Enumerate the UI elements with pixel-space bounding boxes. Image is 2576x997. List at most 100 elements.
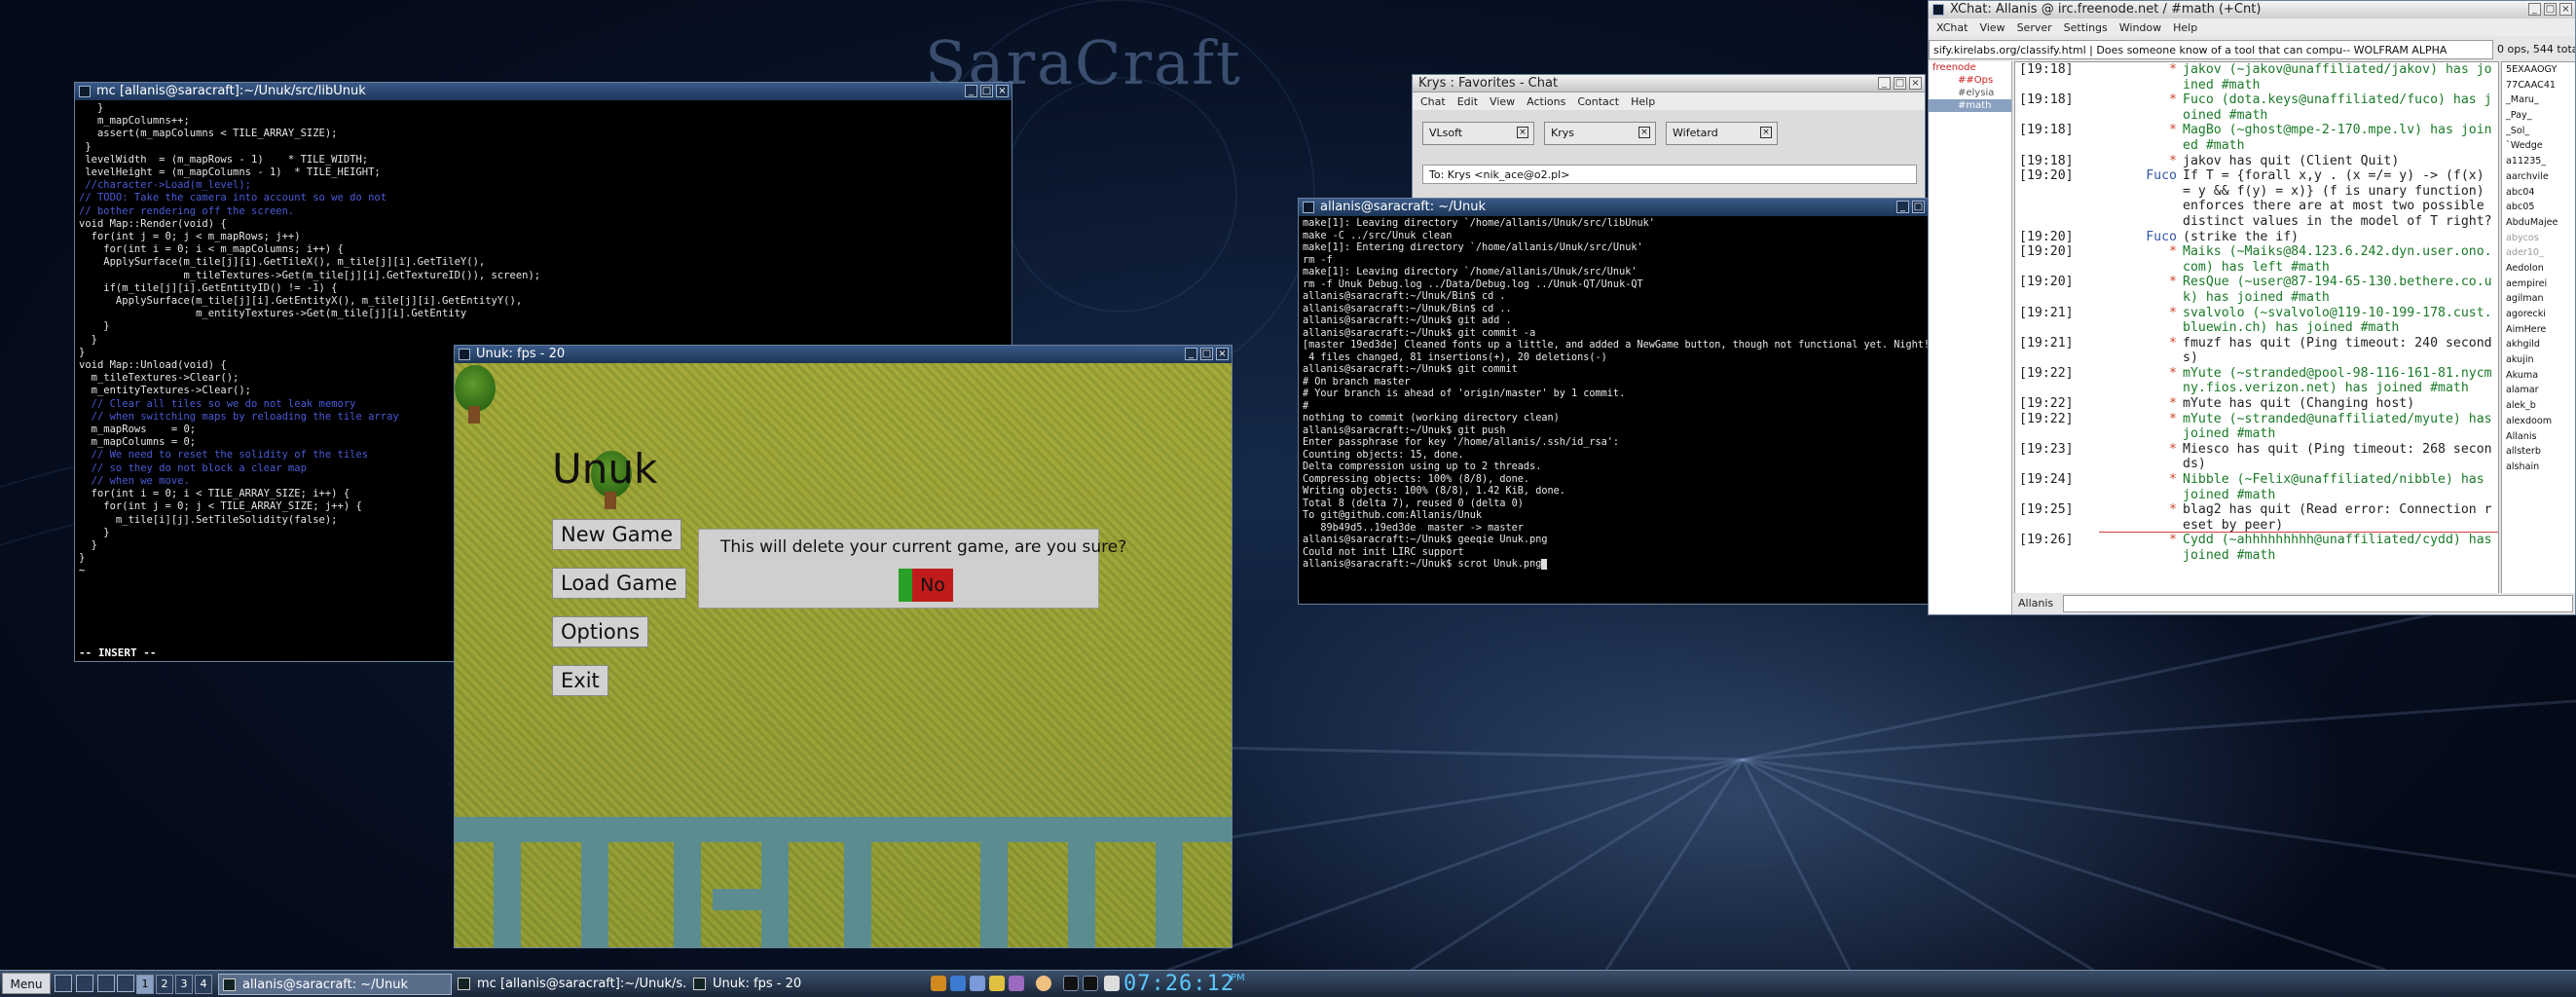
tab-vlsoft[interactable]: VLsoft × [1422, 122, 1534, 145]
menu-edit[interactable]: Edit [1457, 95, 1478, 108]
menu-server[interactable]: Server [2017, 21, 2052, 34]
user-list-item[interactable]: abycos [2502, 231, 2575, 246]
task-unuk[interactable]: Unuk: fps - 20 [689, 974, 923, 995]
tree-channel[interactable]: #elysia [1929, 87, 2011, 99]
user-list-item[interactable]: abc05 [2502, 200, 2575, 215]
user-list-item[interactable]: AimHere [2502, 322, 2575, 338]
terminal-window[interactable]: allanis@saracraft: ~/Unuk _□× make[1]: L… [1298, 198, 1944, 605]
exit-button[interactable]: Exit [552, 665, 608, 696]
maximize-button[interactable]: □ [2544, 3, 2557, 16]
minimize-button[interactable]: _ [965, 85, 977, 97]
game-titlebar[interactable]: Unuk: fps - 20 _ □ × [455, 346, 1232, 363]
user-list-item[interactable]: 77CAAC41 [2502, 78, 2575, 93]
menu-help[interactable]: Help [2173, 21, 2197, 34]
user-list-item[interactable]: aarchvile [2502, 169, 2575, 185]
user-list-item[interactable]: akujin [2502, 352, 2575, 368]
xchat-titlebar[interactable]: XChat: Allanis @ irc.freenode.net / #mat… [1929, 1, 2575, 18]
user-list-item[interactable]: a11235_ [2502, 154, 2575, 169]
maximize-button[interactable]: □ [980, 85, 993, 97]
minimize-button[interactable]: _ [2528, 3, 2541, 16]
tray-bluetooth-icon[interactable] [970, 976, 985, 991]
launcher-files-icon[interactable] [76, 975, 93, 992]
user-list-item[interactable]: alexdoom [2502, 414, 2575, 429]
message-input[interactable] [2063, 595, 2573, 612]
user-list-item[interactable]: akhgild [2502, 337, 2575, 352]
close-button[interactable]: × [996, 85, 1009, 97]
launcher-desktop-icon[interactable] [97, 975, 115, 992]
menu-help[interactable]: Help [1631, 95, 1655, 108]
user-list-item[interactable]: `Wedge [2502, 138, 2575, 154]
tray-network-icon[interactable] [950, 976, 966, 991]
menu-settings[interactable]: Settings [2064, 21, 2108, 34]
menu-window[interactable]: Window [2119, 21, 2161, 34]
menu-xchat[interactable]: XChat [1936, 21, 1968, 34]
minimize-button[interactable]: _ [1185, 348, 1197, 360]
user-list-item[interactable]: alshain [2502, 460, 2575, 475]
tray-mail-icon[interactable] [1104, 976, 1120, 991]
user-list-item[interactable]: allsterb [2502, 444, 2575, 460]
minimize-button[interactable]: _ [1896, 201, 1909, 213]
unuk-game-window[interactable]: Unuk: fps - 20 _ □ × Unuk New Game Load Ga… [454, 345, 1233, 948]
dialog-yes-button[interactable] [899, 569, 912, 602]
user-list-item[interactable]: agorecki [2502, 307, 2575, 322]
user-list-item[interactable]: _Maru_ [2502, 92, 2575, 108]
user-list-item[interactable]: alek_b [2502, 398, 2575, 414]
tree-channel[interactable]: ##Ops [1929, 74, 2011, 87]
user-list-item[interactable]: aempirei [2502, 277, 2575, 292]
user-list-item[interactable]: AbduMajee [2502, 215, 2575, 231]
chat-nick[interactable]: Fuco [2099, 168, 2183, 229]
user-list-item[interactable]: ader10_ [2502, 245, 2575, 261]
user-list-item[interactable]: Aedolon [2502, 261, 2575, 277]
menu-view[interactable]: View [1490, 95, 1515, 108]
close-button[interactable]: × [2559, 3, 2572, 16]
user-list-item[interactable]: _Sol_ [2502, 124, 2575, 139]
tray-user-icon[interactable] [1036, 976, 1051, 991]
minimize-button[interactable]: _ [1878, 77, 1891, 90]
topic-field[interactable]: sify.kirelabs.org/classify.html | Does s… [1929, 40, 2493, 59]
user-list-item[interactable]: alamar [2502, 383, 2575, 398]
maximize-button[interactable]: □ [1200, 348, 1213, 360]
launcher-terminal-icon[interactable] [55, 975, 72, 992]
load-game-button[interactable]: Load Game [552, 568, 686, 599]
close-button[interactable]: × [1909, 77, 1922, 90]
workspace-3[interactable]: 3 [175, 975, 193, 994]
close-icon[interactable]: × [1517, 127, 1528, 138]
menu-actions[interactable]: Actions [1527, 95, 1565, 108]
menu-chat[interactable]: Chat [1420, 95, 1446, 108]
workspace-1[interactable]: 1 [136, 975, 154, 994]
tree-network[interactable]: freenode [1929, 61, 2011, 74]
maximize-button[interactable]: □ [1912, 201, 1925, 213]
user-list-item[interactable]: abc04 [2502, 185, 2575, 201]
tab-wifetard[interactable]: Wifetard × [1666, 122, 1778, 145]
tree-channel-active[interactable]: #math [1929, 99, 2011, 112]
terminal-titlebar[interactable]: allanis@saracraft: ~/Unuk _□× [1299, 199, 1943, 216]
tray-notes-icon[interactable] [989, 976, 1005, 991]
game-canvas[interactable]: Unuk New Game Load Game Options Exit Thi… [455, 363, 1232, 947]
terminal-output[interactable]: make[1]: Leaving directory `/home/allani… [1299, 216, 1943, 602]
menu-contact[interactable]: Contact [1577, 95, 1619, 108]
task-mc[interactable]: mc [allanis@saracraft]:~/Unuk/s... [454, 974, 687, 995]
tab-krys[interactable]: Krys × [1544, 122, 1656, 145]
clock[interactable]: 07:26:12 [1123, 972, 1234, 996]
dialog-no-button[interactable]: No [912, 569, 953, 602]
new-game-button[interactable]: New Game [552, 519, 681, 550]
close-icon[interactable]: × [1760, 127, 1772, 138]
chat-nick[interactable]: Fuco [2099, 230, 2183, 245]
user-list[interactable]: 5EXAAOGY 77CAAC41 _Maru_ _Pay_ _Sol_ `Wedge a1… [2501, 61, 2575, 595]
krys-titlebar[interactable]: Krys : Favorites - Chat _ □ × [1413, 75, 1925, 92]
xchat-window[interactable]: XChat: Allanis @ irc.freenode.net / #mat… [1928, 0, 2576, 615]
workspace-4[interactable]: 4 [195, 975, 212, 994]
user-list-item[interactable]: _Pay_ [2502, 108, 2575, 124]
options-button[interactable]: Options [552, 616, 649, 647]
tray-tool-icon[interactable] [931, 976, 946, 991]
user-list-item[interactable]: 5EXAAOGY [2502, 62, 2575, 78]
launcher-window-icon[interactable] [117, 975, 134, 992]
user-list-item[interactable]: Allanis [2502, 429, 2575, 445]
start-menu-button[interactable]: Menu [2, 973, 51, 994]
workspace-2[interactable]: 2 [156, 975, 173, 994]
maximize-button[interactable]: □ [1894, 77, 1906, 90]
user-list-item[interactable]: Akuma [2502, 368, 2575, 384]
task-terminal[interactable]: allanis@saracraft: ~/Unuk [218, 974, 452, 995]
tray-volume-icon[interactable] [1009, 976, 1024, 991]
menu-view[interactable]: View [1979, 21, 2005, 34]
